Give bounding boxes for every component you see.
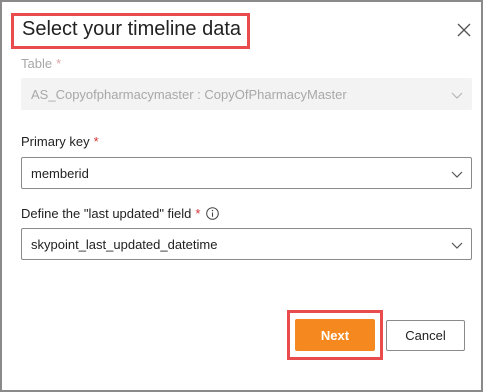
table-label: Table * [21,56,61,71]
dialog: Select your timeline data Table * AS_Copy… [0,0,483,392]
dialog-title: Select your timeline data [22,18,242,40]
last-updated-select[interactable]: skypoint_last_updated_datetime [21,228,472,260]
chevron-down-icon [451,92,463,99]
primary-key-select-value: memberid [31,166,89,181]
last-updated-label: Define the "last updated" field * [21,206,220,221]
close-button[interactable] [457,23,475,41]
table-select: AS_Copyofpharmacymaster : CopyOfPharmacy… [21,78,472,110]
table-label-text: Table [21,56,53,71]
last-updated-required-mark: * [195,206,201,221]
primary-key-label-text: Primary key [21,134,90,149]
primary-key-label: Primary key * [21,134,99,149]
info-icon[interactable] [206,207,220,220]
table-select-value: AS_Copyofpharmacymaster : CopyOfPharmacy… [31,87,347,102]
close-icon [457,23,471,37]
primary-key-required-mark: * [93,134,99,149]
chevron-down-icon [451,242,463,249]
primary-key-select[interactable]: memberid [21,157,472,189]
chevron-down-icon [451,171,463,178]
cancel-button[interactable]: Cancel [386,320,465,351]
last-updated-label-text: Define the "last updated" field [21,206,192,221]
last-updated-select-value: skypoint_last_updated_datetime [31,237,218,252]
next-button[interactable]: Next [295,319,375,351]
table-required-mark: * [56,56,62,71]
